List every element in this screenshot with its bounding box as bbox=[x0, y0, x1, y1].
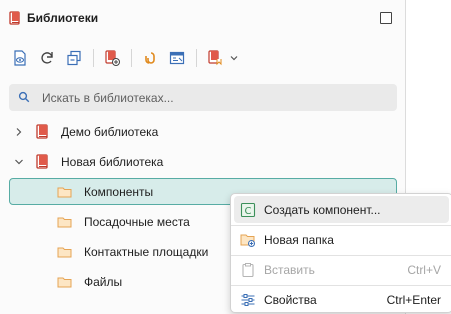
view-eye-document-button[interactable] bbox=[10, 48, 30, 68]
chevron-down-icon[interactable] bbox=[14, 157, 24, 167]
view-eye-document-icon bbox=[14, 50, 26, 66]
tree-item-new-library[interactable]: Новая библиотека bbox=[0, 149, 406, 175]
tree-item-label: Новая библиотека bbox=[61, 155, 164, 169]
menu-item-new-folder[interactable]: Новая папка bbox=[234, 226, 449, 253]
search-icon bbox=[18, 91, 30, 103]
collapse-all-button[interactable] bbox=[64, 48, 84, 68]
toolbar-separator bbox=[196, 49, 197, 67]
folder-icon bbox=[57, 247, 72, 258]
panel-title: Библиотеки bbox=[27, 11, 99, 25]
menu-item-label: Новая папка bbox=[264, 233, 334, 247]
open-library-icon bbox=[169, 51, 185, 65]
tree-item-label: Контактные площадки bbox=[84, 245, 209, 259]
toolbar-separator bbox=[131, 49, 132, 67]
component-c-icon: C bbox=[240, 202, 256, 218]
toolbar bbox=[0, 44, 406, 72]
add-library-button[interactable] bbox=[102, 48, 122, 68]
panel-header: Библиотеки bbox=[0, 0, 406, 36]
chevron-right-icon[interactable] bbox=[14, 127, 24, 137]
folder-icon bbox=[57, 187, 72, 198]
paste-clipboard-icon bbox=[242, 263, 254, 278]
collapse-all-icon bbox=[67, 50, 81, 66]
refresh-button[interactable] bbox=[37, 48, 57, 68]
library-book-icon bbox=[36, 154, 48, 169]
library-book-icon bbox=[9, 11, 20, 25]
menu-item-create-component[interactable]: C Создать компонент... bbox=[234, 196, 449, 223]
add-library-icon bbox=[105, 50, 120, 66]
tree-item-demo-library[interactable]: Демо библиотека bbox=[0, 119, 406, 145]
menu-item-paste[interactable]: Вставить Ctrl+V bbox=[234, 256, 449, 283]
toolbar-dropdown-button[interactable] bbox=[226, 48, 242, 68]
tree-item-label: Посадочные места bbox=[84, 215, 190, 229]
export-library-icon bbox=[208, 50, 222, 66]
link-button[interactable] bbox=[140, 48, 160, 68]
menu-item-label: Свойства bbox=[264, 293, 317, 307]
tree-item-label: Компоненты bbox=[84, 185, 154, 199]
dropdown-chevron-icon bbox=[230, 56, 238, 61]
menu-item-label: Вставить bbox=[264, 263, 315, 277]
new-folder-icon bbox=[240, 234, 255, 247]
menu-item-properties[interactable]: Свойства Ctrl+Enter bbox=[234, 286, 449, 313]
folder-icon bbox=[57, 277, 72, 288]
maximize-square-icon[interactable] bbox=[380, 12, 392, 24]
library-book-icon bbox=[36, 124, 48, 139]
link-icon bbox=[145, 52, 155, 64]
properties-sliders-icon bbox=[241, 294, 255, 306]
tree-item-label: Файлы bbox=[84, 275, 123, 289]
toolbar-separator bbox=[93, 49, 94, 67]
menu-item-shortcut: Ctrl+V bbox=[407, 263, 441, 277]
search-input[interactable] bbox=[42, 88, 382, 107]
search-box bbox=[9, 84, 397, 111]
tree-item-label: Демо библиотека bbox=[61, 125, 159, 139]
menu-item-label: Создать компонент... bbox=[264, 203, 381, 217]
refresh-icon bbox=[41, 52, 53, 64]
export-library-button[interactable] bbox=[205, 48, 225, 68]
menu-item-shortcut: Ctrl+Enter bbox=[386, 293, 441, 307]
svg-text:C: C bbox=[245, 206, 252, 217]
open-library-button[interactable] bbox=[167, 48, 187, 68]
folder-icon bbox=[57, 217, 72, 228]
context-menu: C Создать компонент... Новая папка Встав… bbox=[230, 193, 451, 313]
